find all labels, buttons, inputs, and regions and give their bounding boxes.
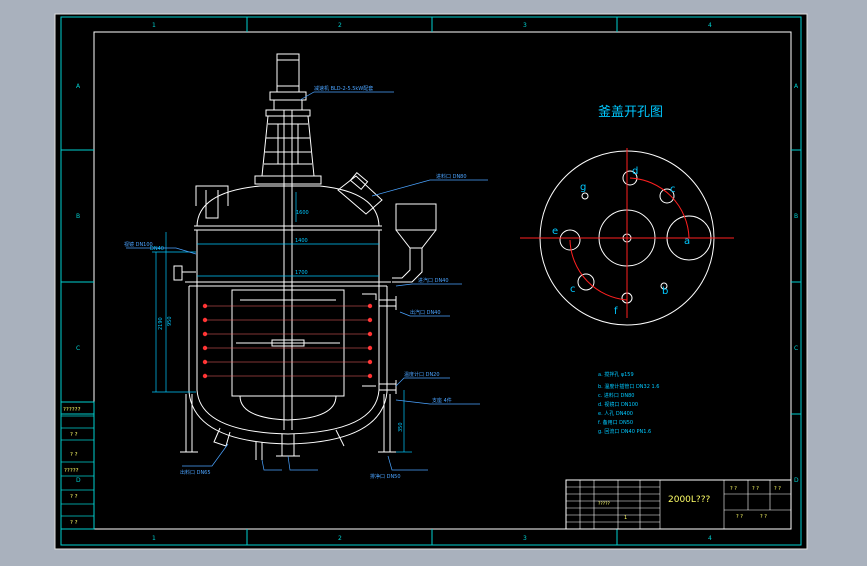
zone-bottom-3: 3 (523, 535, 527, 542)
callout-outlet: 排净口 DN50 (370, 473, 401, 480)
drawing-svg: 1 2 3 4 1 2 3 4 A B C D A B C D ?????? ?… (54, 13, 808, 550)
letter-g: g (580, 182, 586, 193)
note-0: a. 搅拌孔 φ159 (598, 371, 634, 378)
title-cell-4: ? ? (760, 514, 767, 520)
note-6: g. 回流口 DN40 PN1.6 (598, 428, 651, 435)
plate-title: 釜盖开孔图 (598, 105, 663, 120)
callout-support: 支座 4件 (432, 397, 452, 404)
drawing-name: 2000L??? (668, 495, 710, 505)
note-5: f. 备用口 DN50 (598, 419, 633, 426)
letter-b: b (662, 286, 668, 297)
dim-1400: 1400 (295, 238, 308, 244)
zone-top-2: 2 (338, 22, 342, 29)
left-block-2: ? ? (70, 452, 78, 458)
zone-left-b: B (76, 213, 80, 220)
callout-feed: 进料口 DN80 (436, 173, 467, 180)
title-cell-2: ? ? (774, 486, 781, 492)
dim-1600: 1600 (296, 210, 309, 216)
zone-top-3: 3 (523, 22, 527, 29)
callout-motor: 减速机 BLD-2-5.5kW配套 (314, 85, 373, 92)
zone-left-d: D (76, 477, 81, 484)
note-3: d. 视镜口 DN100 (598, 401, 638, 408)
left-block-1: ? ? (70, 432, 78, 438)
callout-thermo: 温度计口 DN20 (404, 371, 440, 378)
left-block-3: ????? (64, 468, 79, 474)
callout-viewport: 视镜 DN100 (124, 241, 153, 248)
left-block-0: ?????? (63, 407, 81, 413)
letter-c-bottom: c (570, 284, 576, 295)
cad-viewport: 1 2 3 4 1 2 3 4 A B C D A B C D ?????? ?… (0, 0, 867, 562)
zone-top-1: 1 (152, 22, 156, 29)
letter-e: e (552, 226, 558, 237)
title-sheet: 1 (624, 515, 627, 521)
letter-d: d (632, 166, 638, 177)
left-block-4: ? ? (70, 494, 78, 500)
zone-bottom-4: 4 (708, 535, 712, 542)
letter-f: f (614, 306, 618, 317)
zone-right-c: C (794, 345, 798, 352)
title-cell-0: ? ? (730, 486, 737, 492)
zone-bottom-2: 2 (338, 535, 342, 542)
callout-jacket-out: 出汽口 DN40 (410, 309, 441, 316)
note-1: b. 温度计插管口 DN32 1.6 (598, 383, 659, 390)
letter-c-top: c (670, 184, 676, 195)
zone-left-c: C (76, 345, 80, 352)
note-2: c. 进料口 DN80 (598, 392, 634, 399)
dim-1700: 1700 (295, 270, 308, 276)
callout-jacket-in: 进汽口 DN40 (418, 277, 449, 284)
title-cell-3: ? ? (736, 514, 743, 520)
title-cell-1: ? ? (752, 486, 759, 492)
zone-bottom-1: 1 (152, 535, 156, 542)
dim-350: 350 (398, 422, 404, 432)
dim-2190: 2190 (158, 317, 164, 330)
zone-top-4: 4 (708, 22, 712, 29)
note-4: e. 人孔 DN400 (598, 410, 633, 417)
letter-a: a (684, 236, 690, 247)
dim-950: 950 (167, 316, 173, 326)
zone-right-b: B (794, 213, 798, 220)
callout-drain: 出料口 DN65 (180, 469, 211, 476)
left-block-5: ? ? (70, 520, 78, 526)
zone-right-d: D (794, 477, 799, 484)
drawing-number: ????? (598, 501, 611, 507)
